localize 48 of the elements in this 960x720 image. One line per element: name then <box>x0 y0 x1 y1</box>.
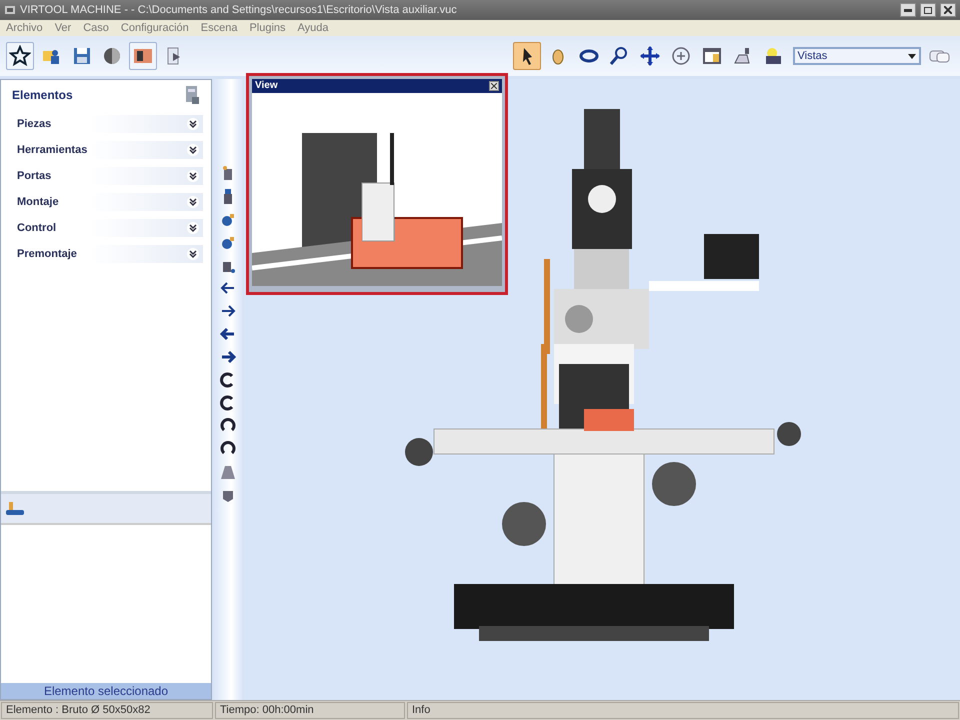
chevron-icon <box>187 144 199 156</box>
minimize-button[interactable] <box>900 3 916 17</box>
toolbar-button[interactable] <box>6 42 34 70</box>
cabinet-icon <box>184 85 200 106</box>
views-dropdown[interactable]: Vistas <box>792 47 920 65</box>
window-icon <box>700 45 722 67</box>
aux-view-title: View <box>255 79 279 94</box>
menu-item[interactable]: Ver <box>54 20 72 36</box>
chevron-icon <box>187 196 199 208</box>
caret-icon <box>908 54 916 58</box>
target-icon <box>670 45 692 67</box>
status-text: Tiempo: 00h:00min <box>215 702 405 719</box>
menu-item[interactable]: Plugins <box>249 20 286 36</box>
arrow-left-icon <box>220 280 236 296</box>
chevron-icon <box>187 170 199 182</box>
windows-icon <box>929 48 951 64</box>
close-button[interactable] <box>489 80 499 91</box>
menu-item[interactable]: Ayuda <box>298 20 329 36</box>
window-title: VIRTOOL MACHINE - - C:\Documents and Settings\recursos1\Escritorio\Vista auxiliar.vuc <box>20 2 458 18</box>
chevron-icon <box>187 248 199 260</box>
arc-icon <box>220 418 236 434</box>
arrow-left-icon <box>220 326 236 342</box>
panel-footer: Elemento seleccionado <box>1 683 211 699</box>
chevron-icon <box>187 118 199 130</box>
arrow-right-icon <box>220 302 236 319</box>
curve-icon <box>220 394 236 411</box>
app-icon <box>4 4 16 16</box>
status-text: Info <box>407 702 959 719</box>
star-icon <box>9 45 31 67</box>
curve-icon <box>220 372 236 388</box>
restore-button[interactable] <box>920 3 936 17</box>
toolbar-button[interactable] <box>513 42 541 70</box>
arrow-right-icon <box>220 348 236 365</box>
close-button[interactable] <box>940 3 956 17</box>
toolbar-button[interactable] <box>129 42 157 70</box>
menu-item[interactable]: Escena <box>200 20 238 36</box>
arc-icon <box>220 440 236 457</box>
panel-title: Elementos <box>12 87 74 104</box>
status-text: Elemento : Bruto Ø 50x50x82 <box>1 702 213 719</box>
move-icon <box>639 45 661 67</box>
restore-icon <box>924 6 932 14</box>
menu-item[interactable]: Archivo <box>6 20 43 36</box>
menu-item[interactable]: Caso <box>83 20 109 36</box>
close-icon <box>944 6 952 14</box>
menu-item[interactable]: Configuración <box>120 20 189 36</box>
tray-icon <box>220 464 236 480</box>
minimize-icon <box>904 8 912 12</box>
chevron-icon <box>187 222 199 234</box>
